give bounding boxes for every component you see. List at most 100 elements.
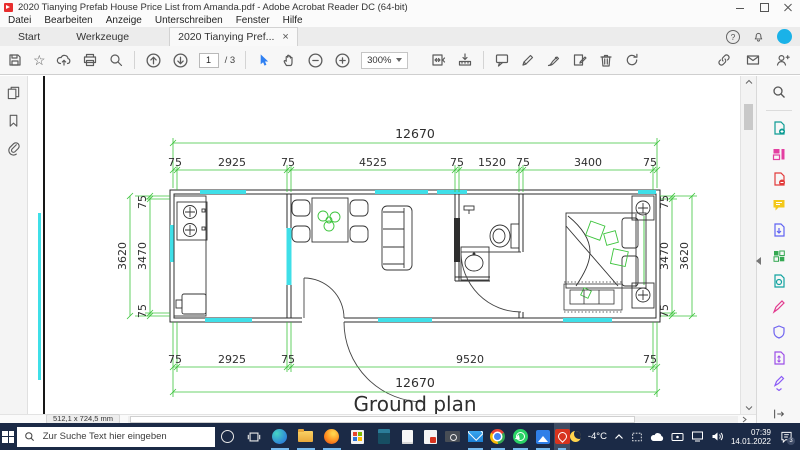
taskbar-app-file-explorer[interactable] xyxy=(293,423,319,450)
tray-chevron-up-icon[interactable] xyxy=(614,433,624,440)
tool-create-pdf-icon[interactable] xyxy=(771,120,787,136)
menu-fenster[interactable]: Fenster xyxy=(236,15,270,26)
menu-anzeige[interactable]: Anzeige xyxy=(106,15,142,26)
tab-close-icon[interactable]: × xyxy=(282,32,288,43)
volume-icon[interactable] xyxy=(711,431,724,442)
highlight-pen-icon[interactable] xyxy=(520,52,536,68)
dimension-label: 75 xyxy=(643,156,657,169)
minimize-button-icon[interactable] xyxy=(728,0,752,14)
tool-search-icon[interactable] xyxy=(771,84,787,100)
page-thumbnails-icon[interactable] xyxy=(6,85,21,100)
share-person-icon[interactable] xyxy=(774,52,790,68)
user-avatar[interactable] xyxy=(777,29,792,44)
zoom-out-icon[interactable] xyxy=(307,52,324,69)
attachments-icon[interactable] xyxy=(6,141,21,156)
tab-document[interactable]: 2020 Tianying Pref... × xyxy=(169,26,298,47)
comment-icon[interactable] xyxy=(494,52,510,68)
zoom-in-icon[interactable] xyxy=(334,52,351,69)
vertical-scrollbar[interactable] xyxy=(740,76,756,414)
action-center-icon[interactable]: 3 xyxy=(778,429,795,445)
tab-werkzeuge[interactable]: Werkzeuge xyxy=(58,31,147,43)
bell-icon[interactable] xyxy=(752,30,765,43)
taskbar-app-stamp[interactable] xyxy=(419,423,442,450)
tray-snip-icon[interactable] xyxy=(631,431,643,443)
tool-fill-sign-icon[interactable] xyxy=(771,299,787,315)
bookmarks-icon[interactable] xyxy=(6,113,21,128)
tool-compress-icon[interactable] xyxy=(771,350,787,366)
tool-organize-pages-icon[interactable] xyxy=(771,248,787,264)
taskbar-app-whatsapp[interactable] xyxy=(509,423,532,450)
zoom-level-select[interactable]: 300% xyxy=(361,51,409,69)
tab-start[interactable]: Start xyxy=(0,31,58,43)
taskbar-search[interactable] xyxy=(16,426,215,447)
taskbar-app-adobe-reader-active[interactable] xyxy=(554,423,570,450)
taskbar-app-firefox[interactable] xyxy=(319,423,345,450)
weather-temperature[interactable]: -4°C xyxy=(588,431,607,442)
taskbar-app-camera[interactable] xyxy=(442,423,465,450)
tool-convert-icon[interactable] xyxy=(771,273,787,289)
network-icon[interactable] xyxy=(691,431,704,442)
sign-pen-icon[interactable] xyxy=(546,52,562,68)
taskbar-app-chrome[interactable] xyxy=(487,423,510,450)
next-page-icon[interactable] xyxy=(172,52,189,69)
tray-device-icon[interactable] xyxy=(671,432,684,442)
pdf-page[interactable]: 12670 75 2925 75 4525 75 1520 75 3400 75… xyxy=(28,76,740,414)
save-icon[interactable] xyxy=(7,52,23,68)
select-cursor-icon[interactable] xyxy=(256,53,271,68)
table-plant xyxy=(317,210,341,232)
tool-combine-files-icon[interactable] xyxy=(771,146,787,162)
windows xyxy=(170,190,656,322)
star-icon[interactable]: ☆ xyxy=(33,53,46,67)
previous-page-icon[interactable] xyxy=(145,52,162,69)
taskbar-app-edge[interactable] xyxy=(267,423,293,450)
chevron-down-icon xyxy=(396,58,403,65)
hand-pan-icon[interactable] xyxy=(281,52,297,68)
measure-scroll-icon[interactable] xyxy=(457,52,473,68)
trash-icon[interactable] xyxy=(598,52,614,68)
menu-bearbeiten[interactable]: Bearbeiten xyxy=(44,15,92,26)
scroll-down-icon[interactable] xyxy=(745,405,753,411)
tool-protect-icon[interactable] xyxy=(771,324,787,340)
page-number-input[interactable] xyxy=(198,52,219,68)
taskbar-app-photos[interactable] xyxy=(532,423,555,450)
page-fit-icon[interactable] xyxy=(430,52,447,68)
scrollbar-thumb[interactable] xyxy=(744,104,753,130)
close-button-icon[interactable] xyxy=(776,0,800,14)
onedrive-cloud-icon[interactable] xyxy=(650,432,664,442)
tools-expand-icon[interactable] xyxy=(772,407,786,421)
horizontal-scrollbar[interactable] xyxy=(128,416,738,423)
search-icon[interactable] xyxy=(108,52,124,68)
hscroll-right-icon[interactable] xyxy=(742,416,747,423)
scroll-up-icon[interactable] xyxy=(745,79,753,85)
menu-datei[interactable]: Datei xyxy=(8,15,31,26)
refresh-icon[interactable] xyxy=(624,52,640,68)
email-icon[interactable] xyxy=(745,52,761,68)
tool-delete-pages-icon[interactable] xyxy=(771,171,787,187)
taskbar-app-calculator[interactable] xyxy=(371,423,397,450)
hscrollbar-thumb[interactable] xyxy=(130,416,635,423)
taskbar-app-task-view[interactable] xyxy=(241,423,267,450)
fill-sign-icon[interactable] xyxy=(572,52,588,68)
print-icon[interactable] xyxy=(82,52,98,68)
right-panel-collapse-icon[interactable] xyxy=(752,257,761,265)
taskbar-app-store[interactable] xyxy=(345,423,371,450)
menu-unterschreiben[interactable]: Unterschreiben xyxy=(155,15,223,26)
tool-comment-icon[interactable] xyxy=(771,197,787,213)
maximize-button-icon[interactable] xyxy=(752,0,776,14)
help-icon[interactable]: ? xyxy=(726,29,740,44)
share-upload-icon[interactable] xyxy=(56,52,72,68)
start-button[interactable] xyxy=(0,423,17,450)
clock[interactable]: 07:39 14.01.2022 xyxy=(731,428,771,446)
taskbar-app-mail[interactable] xyxy=(464,423,487,450)
tool-more-icon[interactable] xyxy=(771,375,787,391)
taskbar-search-input[interactable] xyxy=(40,430,215,443)
floorplan-title: Ground plan xyxy=(353,392,476,414)
link-share-icon[interactable] xyxy=(716,52,732,68)
menu-hilfe[interactable]: Hilfe xyxy=(283,15,303,26)
tool-export-pdf-icon[interactable] xyxy=(771,222,787,238)
dimension-label: 2925 xyxy=(218,353,246,366)
taskbar-app-notepad[interactable] xyxy=(397,423,420,450)
taskbar-app-cortana[interactable] xyxy=(215,423,241,450)
night-mode-icon[interactable] xyxy=(569,431,581,442)
nightstand-top xyxy=(631,195,655,221)
